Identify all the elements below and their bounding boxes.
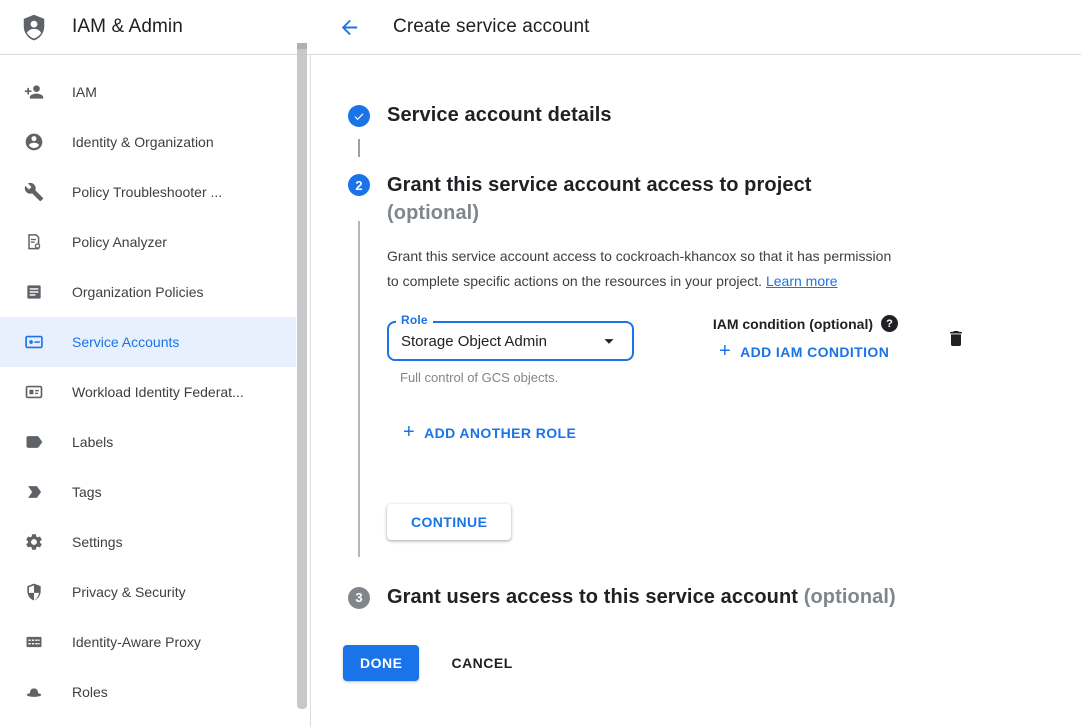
shield-half-icon: [24, 582, 44, 602]
sidebar-scrollbar[interactable]: [297, 43, 307, 715]
product-title: IAM & Admin: [72, 16, 183, 38]
step-connector: [358, 139, 360, 157]
sidebar-item-label: Workload Identity Federat...: [72, 384, 244, 400]
add-another-role-button[interactable]: + ADD ANOTHER ROLE: [403, 425, 576, 441]
step-2-section: 2 Grant this service account access to p…: [348, 171, 1081, 540]
sidebar-item-label: Identity-Aware Proxy: [72, 634, 201, 650]
role-selected-value: Storage Object Admin: [401, 333, 547, 350]
sidebar-item-identity-organization[interactable]: Identity & Organization: [0, 117, 296, 167]
chevron-down-icon: [598, 330, 620, 352]
help-icon[interactable]: ?: [881, 315, 898, 332]
sidebar-item-label: IAM: [72, 84, 97, 100]
step-2-number-badge: 2: [348, 174, 370, 196]
proxy-banner-icon: [24, 632, 44, 652]
step-2-description: Grant this service account access to coc…: [387, 244, 987, 294]
step-1-complete-badge: [348, 105, 370, 127]
sidebar-item-label: Service Accounts: [72, 334, 179, 350]
sidebar-item-label: Settings: [72, 534, 123, 550]
role-select[interactable]: Storage Object Admin: [387, 321, 634, 361]
step-2-title-text: Grant this service account access to pro…: [387, 174, 812, 196]
sidebar-item-roles[interactable]: Roles: [0, 667, 296, 717]
sidebar-scrollbar-thumb[interactable]: [297, 43, 307, 709]
sidebar-item-label: Policy Troubleshooter ...: [72, 184, 222, 200]
sidebar-item-identity-aware-proxy[interactable]: Identity-Aware Proxy: [0, 617, 296, 667]
iam-condition-group: IAM condition (optional) ? + ADD IAM CON…: [705, 315, 898, 363]
sidebar-item-label: Identity & Organization: [72, 134, 214, 150]
service-account-icon: [24, 332, 44, 352]
id-card-icon: [24, 382, 44, 402]
policy-analyzer-icon: [24, 232, 44, 252]
page-header: Create service account: [311, 0, 1081, 54]
plus-icon: +: [719, 344, 731, 358]
back-button[interactable]: [337, 15, 361, 39]
description-line-2: to complete specific actions on the reso…: [387, 273, 762, 289]
step-3-number-badge: 3: [348, 587, 370, 609]
page-title: Create service account: [393, 16, 590, 38]
role-field-label: Role: [396, 313, 433, 327]
person-add-icon: [24, 82, 44, 102]
trash-icon: [946, 328, 966, 349]
gear-icon: [24, 532, 44, 552]
done-button[interactable]: DONE: [343, 645, 419, 681]
add-another-role-label: ADD ANOTHER ROLE: [424, 425, 576, 441]
document-lines-icon: [24, 282, 44, 302]
description-line-1: Grant this service account access to coc…: [387, 248, 891, 264]
role-row: Role Storage Object Admin Full control o…: [387, 321, 1081, 385]
sidebar-item-policy-analyzer[interactable]: Policy Analyzer: [0, 217, 296, 267]
sidebar-item-labels[interactable]: Labels: [0, 417, 296, 467]
account-circle-icon: [24, 132, 44, 152]
sidebar-item-label: Roles: [72, 684, 108, 700]
tag-arrow-icon: [24, 482, 44, 502]
footer-actions: DONE CANCEL: [343, 645, 1081, 681]
add-iam-condition-button[interactable]: + ADD IAM CONDITION: [719, 344, 889, 360]
iam-condition-label: IAM condition (optional): [713, 316, 873, 332]
role-field-group: Role Storage Object Admin Full control o…: [387, 321, 634, 385]
create-service-account-panel: Service account details 2 Grant this ser…: [311, 55, 1081, 727]
sidebar: IAM Identity & Organization Policy Troub…: [0, 55, 311, 727]
top-bar: IAM & Admin Create service account: [0, 0, 1081, 55]
learn-more-link[interactable]: Learn more: [766, 273, 838, 289]
wrench-icon: [24, 182, 44, 202]
continue-button[interactable]: CONTINUE: [387, 504, 511, 540]
sidebar-item-service-accounts[interactable]: Service Accounts: [0, 317, 296, 367]
arrow-back-icon: [338, 16, 361, 39]
step-3-title: Grant users access to this service accou…: [387, 584, 896, 611]
plus-icon: +: [403, 425, 415, 439]
sidebar-item-privacy-security[interactable]: Privacy & Security: [0, 567, 296, 617]
label-tag-icon: [24, 432, 44, 452]
sidebar-item-workload-identity-federation[interactable]: Workload Identity Federat...: [0, 367, 296, 417]
step-3-header: 3 Grant users access to this service acc…: [348, 584, 1081, 611]
sidebar-item-label: Tags: [72, 484, 102, 500]
iam-shield-icon: [19, 12, 49, 43]
sidebar-item-label: Policy Analyzer: [72, 234, 167, 250]
step-3-title-text: Grant users access to this service accou…: [387, 586, 798, 608]
check-icon: [352, 109, 366, 123]
add-iam-condition-label: ADD IAM CONDITION: [740, 344, 889, 360]
step-1-header: Service account details: [348, 102, 1081, 129]
step-3-optional-label: (optional): [804, 586, 896, 608]
step-2-optional-label: (optional): [387, 202, 479, 224]
sidebar-item-organization-policies[interactable]: Organization Policies: [0, 267, 296, 317]
product-header: IAM & Admin: [0, 0, 311, 54]
step-1-title: Service account details: [387, 102, 612, 129]
sidebar-item-iam[interactable]: IAM: [0, 67, 296, 117]
sidebar-item-label: Labels: [72, 434, 113, 450]
sidebar-item-label: Privacy & Security: [72, 584, 186, 600]
hat-icon: [24, 682, 44, 702]
sidebar-item-settings[interactable]: Settings: [0, 517, 296, 567]
sidebar-item-label: Organization Policies: [72, 284, 204, 300]
role-helper-text: Full control of GCS objects.: [400, 370, 634, 385]
cancel-button[interactable]: CANCEL: [451, 655, 512, 671]
sidebar-item-policy-troubleshooter[interactable]: Policy Troubleshooter ...: [0, 167, 296, 217]
sidebar-item-tags[interactable]: Tags: [0, 467, 296, 517]
step-2-title: Grant this service account access to pro…: [387, 171, 1081, 227]
delete-role-button[interactable]: [946, 328, 966, 352]
